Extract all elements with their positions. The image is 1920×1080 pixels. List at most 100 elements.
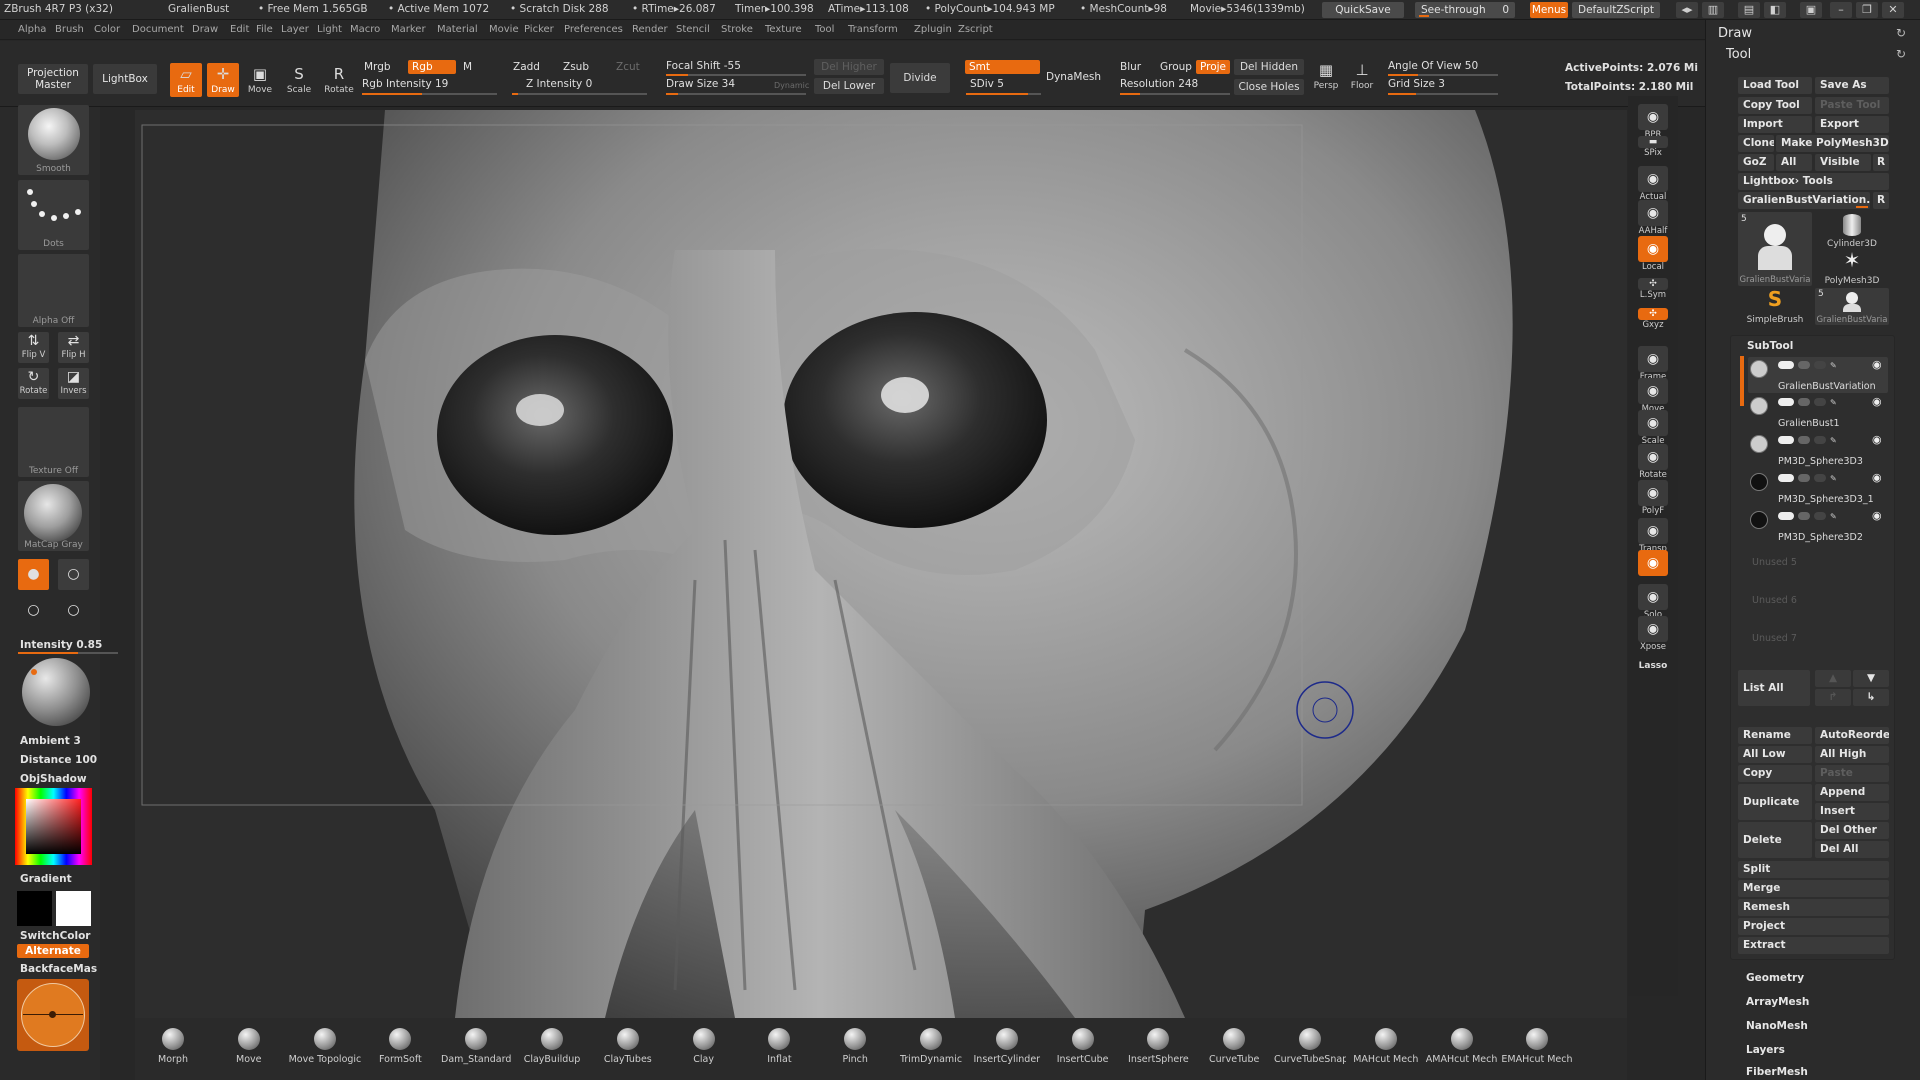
rename-button[interactable]: Rename xyxy=(1738,727,1812,744)
light-2-button[interactable]: ○ xyxy=(58,559,89,590)
menu-zplugin[interactable]: Zplugin xyxy=(914,24,952,35)
color-picker[interactable] xyxy=(15,788,92,865)
brush-emahcut-mech-c[interactable]: EMAHcut Mech C xyxy=(1501,1028,1573,1065)
load-tool-button[interactable]: Load Tool xyxy=(1738,77,1812,94)
light-3-button[interactable]: ○ xyxy=(18,595,49,626)
menu-alpha[interactable]: Alpha xyxy=(18,24,46,35)
all-low-button[interactable]: All Low xyxy=(1738,746,1812,763)
grid-size-slider[interactable]: Grid Size 3 xyxy=(1388,78,1445,90)
zsub-button[interactable]: Zsub xyxy=(563,61,589,73)
lightbox-button[interactable]: LightBox xyxy=(93,64,157,94)
zadd-button[interactable]: Zadd xyxy=(513,61,540,73)
brush-clay[interactable]: Clay xyxy=(668,1028,740,1065)
rotate-button[interactable]: ◉ Rotate xyxy=(1636,444,1670,480)
menu-movie[interactable]: Movie xyxy=(489,24,519,35)
brush-insertcylinder[interactable]: InsertCylinder xyxy=(971,1028,1043,1065)
split-menu[interactable]: Split xyxy=(1738,861,1889,878)
alternate-button[interactable]: Alternate xyxy=(17,944,89,958)
mrgb-button[interactable]: Mrgb xyxy=(364,61,391,73)
delete-button[interactable]: Delete xyxy=(1738,822,1812,858)
subtool-toggles[interactable]: ✎ xyxy=(1778,361,1870,370)
brush-formsoft[interactable]: FormSoft xyxy=(364,1028,436,1065)
rotate-alpha-button[interactable]: ↻ Rotate xyxy=(18,368,49,399)
material-selector[interactable]: MatCap Gray xyxy=(18,481,89,551)
geometry-menu[interactable]: Geometry xyxy=(1746,972,1804,984)
paste-tool-button[interactable]: Paste Tool xyxy=(1815,97,1889,114)
menu-draw[interactable]: Draw xyxy=(192,24,218,35)
subtool-toggles[interactable]: ✎ xyxy=(1778,436,1870,445)
blur-slider[interactable]: Blur xyxy=(1120,61,1141,73)
lasso-label[interactable]: Lasso xyxy=(1636,661,1670,671)
sdiv-slider[interactable]: SDiv 5 xyxy=(970,78,1004,90)
menu-file[interactable]: File xyxy=(256,24,273,35)
brush-insertsphere[interactable]: InsertSphere xyxy=(1122,1028,1194,1065)
dynamic-toggle[interactable]: Dynamic xyxy=(774,81,809,90)
lightbox-tools-button[interactable]: Lightbox› Tools xyxy=(1738,173,1889,190)
menu-stroke[interactable]: Stroke xyxy=(721,24,753,35)
angle-of-view-slider[interactable]: Angle Of View 50 xyxy=(1388,60,1478,72)
arraymesh-menu[interactable]: ArrayMesh xyxy=(1746,996,1809,1008)
append-button[interactable]: Append xyxy=(1815,784,1889,801)
subtool-row[interactable]: ✎ ◉ GralienBust1 xyxy=(1748,395,1888,431)
close-icon[interactable]: ✕ xyxy=(1882,2,1904,18)
menu-stencil[interactable]: Stencil xyxy=(676,24,710,35)
duplicate-button[interactable]: Duplicate xyxy=(1738,784,1812,820)
solo-button[interactable]: ◉ Solo xyxy=(1636,584,1670,620)
floor-button[interactable]: ⊥ Floor xyxy=(1346,59,1378,97)
rotate-mode-button[interactable]: R Rotate xyxy=(322,63,356,97)
focal-shift-slider[interactable]: Focal Shift -55 xyxy=(666,60,741,72)
subtool-row[interactable]: ✎ ◉ PM3D_Sphere3D3_1 xyxy=(1748,471,1888,507)
z-intensity-slider[interactable]: Z Intensity 0 xyxy=(526,78,592,90)
tool-thumb-gralien-2[interactable]: 5 GralienBustVaria xyxy=(1815,288,1889,325)
menu-light[interactable]: Light xyxy=(317,24,342,35)
brush-insertcube[interactable]: InsertCube xyxy=(1047,1028,1119,1065)
copy-tool-button[interactable]: Copy Tool xyxy=(1738,97,1812,114)
subtool-toggles[interactable]: ✎ xyxy=(1778,512,1870,521)
divide-button[interactable]: Divide xyxy=(890,63,950,93)
proje-button[interactable]: Proje xyxy=(1196,60,1230,74)
rgb-intensity-slider[interactable]: Rgb Intensity 19 xyxy=(362,78,448,90)
menus-button[interactable]: Menus xyxy=(1530,2,1568,18)
menu-macro[interactable]: Macro xyxy=(350,24,380,35)
minimize-icon[interactable]: – xyxy=(1830,2,1852,18)
brush-curvetube[interactable]: CurveTube xyxy=(1198,1028,1270,1065)
flip-v-button[interactable]: ⇅ Flip V xyxy=(18,332,49,363)
z-intensity-track[interactable] xyxy=(512,93,647,95)
remesh-menu[interactable]: Remesh xyxy=(1738,899,1889,916)
stroke-selector[interactable]: Dots xyxy=(18,180,89,250)
polyf-button[interactable]: ◉ PolyF xyxy=(1636,480,1670,516)
move-mode-button[interactable]: ▣ Move xyxy=(244,63,276,97)
dynamesh-button[interactable]: DynaMesh xyxy=(1046,71,1101,83)
copy-subtool-button[interactable]: Copy xyxy=(1738,765,1812,782)
fibermesh-menu[interactable]: FiberMesh xyxy=(1746,1066,1808,1078)
make-polymesh-button[interactable]: Make PolyMesh3D xyxy=(1776,135,1889,152)
tool-thumb-polymesh[interactable]: ✶ PolyMesh3D xyxy=(1815,249,1889,286)
menu-transform[interactable]: Transform xyxy=(848,24,898,35)
see-through-slider[interactable]: See-through 0 xyxy=(1415,2,1515,18)
refresh-icon[interactable]: ↻ xyxy=(1896,47,1906,61)
brush-trimdynamic[interactable]: TrimDynamic xyxy=(895,1028,967,1065)
brush-amahcut-mech[interactable]: AMAHcut Mech xyxy=(1426,1028,1498,1065)
menu-picker[interactable]: Picker xyxy=(524,24,554,35)
eye-icon[interactable]: ◉ xyxy=(1872,433,1882,446)
menu-color[interactable]: Color xyxy=(94,24,120,35)
aahalf-button[interactable]: ◉ AAHalf xyxy=(1636,200,1670,236)
layout-left-icon[interactable]: ◂▸ xyxy=(1676,2,1698,18)
subtool-toggles[interactable]: ✎ xyxy=(1778,474,1870,483)
resolution-slider[interactable]: Resolution 248 xyxy=(1120,78,1198,90)
brush-move-topologic[interactable]: Move Topologic xyxy=(289,1028,361,1065)
goz-button[interactable]: GoZ xyxy=(1738,154,1774,171)
switchcolor-button[interactable]: SwitchColor xyxy=(20,930,91,942)
eye-icon[interactable]: ◉ xyxy=(1872,471,1882,484)
subtool-row[interactable]: ✎ ◉ GralienBustVariation xyxy=(1748,358,1888,394)
brush-claybuildup[interactable]: ClayBuildup xyxy=(516,1028,588,1065)
list-all-button[interactable]: List All xyxy=(1738,670,1810,706)
rgb-intensity-track[interactable] xyxy=(362,93,497,95)
xyz-button[interactable]: ✣ Gxyz xyxy=(1636,308,1670,330)
brush-inflat[interactable]: Inflat xyxy=(743,1028,815,1065)
menu-zscript[interactable]: Zscript xyxy=(958,24,993,35)
extract-menu[interactable]: Extract xyxy=(1738,937,1889,954)
menu-preferences[interactable]: Preferences xyxy=(564,24,623,35)
grid-size-track[interactable] xyxy=(1388,93,1498,95)
actual-button[interactable]: ◉ Actual xyxy=(1636,166,1670,202)
